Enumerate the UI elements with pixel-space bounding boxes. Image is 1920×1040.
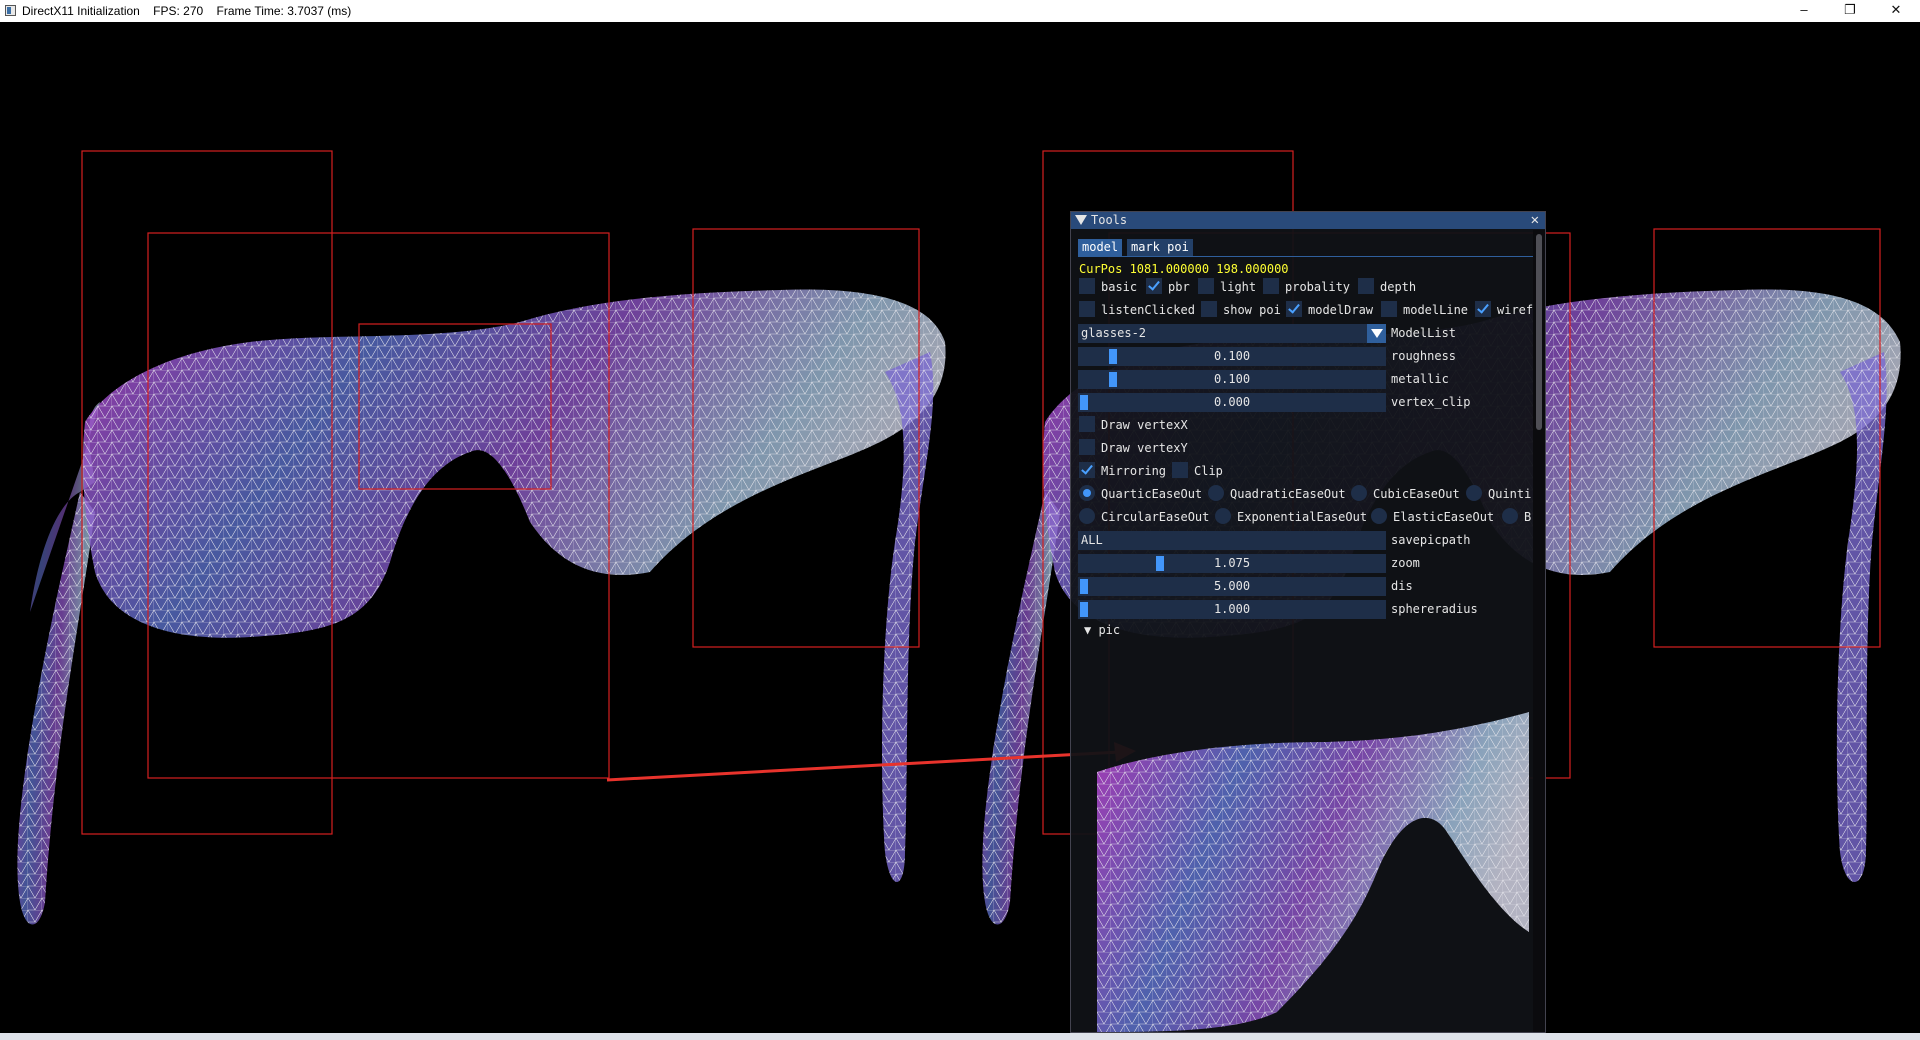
label-exponentialeaseout: ExponentialEaseOut [1237, 510, 1368, 524]
checkbox-modeldraw[interactable] [1286, 301, 1302, 317]
slider-vertex-clip[interactable]: 0.000 [1078, 393, 1386, 412]
pic-preview-image [1097, 712, 1529, 1032]
label-vertex-clip: vertex_clip [1391, 395, 1471, 409]
tab-mark-poi[interactable]: mark poi [1127, 239, 1193, 256]
tab-model[interactable]: model [1078, 239, 1123, 256]
checkbox-light[interactable] [1198, 278, 1214, 294]
chevron-down-icon[interactable] [1367, 324, 1386, 343]
label-basic: basic [1101, 280, 1138, 294]
label-metallic: metallic [1391, 372, 1449, 386]
radio-quadraticeaseout[interactable] [1208, 485, 1224, 501]
slider-dis[interactable]: 5.000 [1078, 577, 1386, 596]
radio-quinti[interactable] [1466, 485, 1482, 501]
label-cubiceaseout: CubicEaseOut [1373, 487, 1460, 501]
checkbox-draw-vertexx[interactable] [1079, 416, 1095, 432]
tree-node-pic[interactable]: ▼ pic [1084, 623, 1120, 637]
slider-sphereradius[interactable]: 1.000 [1078, 600, 1386, 619]
savepicpath-input[interactable]: ALL [1078, 531, 1386, 550]
label-roughness: roughness [1391, 349, 1457, 363]
radio-exponentialeaseout[interactable] [1215, 508, 1231, 524]
collapse-arrow-icon[interactable] [1075, 215, 1087, 225]
label-modelline: modelLine [1403, 303, 1469, 317]
label-listenclicked: listenClicked [1101, 303, 1195, 317]
slider-roughness-value: 0.100 [1213, 349, 1251, 363]
label-quadraticeaseout: QuadraticEaseOut [1230, 487, 1346, 501]
label-modeldraw: modelDraw [1308, 303, 1374, 317]
checkbox-draw-vertexy[interactable] [1079, 439, 1095, 455]
label-dis: dis [1391, 579, 1413, 593]
annotation-arrow [606, 742, 1136, 782]
checkbox-clip[interactable] [1172, 462, 1188, 478]
window-title: DirectX11 Initialization FPS: 270 Frame … [22, 4, 352, 18]
checkbox-wireframe[interactable] [1475, 301, 1491, 317]
label-quinti: Quinti [1488, 487, 1532, 501]
radio-circulareaseout[interactable] [1079, 508, 1095, 524]
slider-vertex-clip-value: 0.000 [1213, 395, 1251, 409]
app-icon [5, 5, 16, 16]
checkbox-mirroring[interactable] [1079, 462, 1095, 478]
tools-scrollbar[interactable] [1533, 230, 1545, 1032]
label-modellist: ModelList [1391, 326, 1457, 340]
radio-b[interactable] [1502, 508, 1518, 524]
close-button[interactable]: ✕ [1873, 0, 1919, 22]
maximize-button[interactable]: ❐ [1827, 0, 1873, 22]
savepicpath-value: ALL [1081, 533, 1103, 547]
cursor-position-text: CurPos 1081.000000 198.000000 [1079, 262, 1289, 276]
glasses-model-left [17, 289, 946, 925]
checkbox-probality[interactable] [1263, 278, 1279, 294]
title-bar[interactable]: DirectX11 Initialization FPS: 270 Frame … [0, 0, 1920, 23]
slider-sphereradius-value: 1.000 [1213, 602, 1251, 616]
radio-elasticeaseout[interactable] [1371, 508, 1387, 524]
slider-metallic-value: 0.100 [1213, 372, 1251, 386]
label-draw-vertexy: Draw vertexY [1101, 441, 1188, 455]
modellist-combo[interactable]: glasses-2 [1078, 324, 1386, 343]
checkbox-listenclicked[interactable] [1079, 301, 1095, 317]
slider-metallic[interactable]: 0.100 [1078, 370, 1386, 389]
checkbox-pbr[interactable] [1146, 278, 1162, 294]
tab-underline [1078, 256, 1536, 257]
slider-dis-value: 5.000 [1213, 579, 1251, 593]
slider-roughness[interactable]: 0.100 [1078, 347, 1386, 366]
taskbar-strip [0, 1033, 1920, 1040]
checkbox-show-poi[interactable] [1201, 301, 1217, 317]
label-pbr: pbr [1168, 280, 1190, 294]
scene-canvas [17, 150, 1901, 925]
scrollbar-thumb[interactable] [1536, 234, 1542, 430]
tools-panel[interactable]: Tools ✕ model mark poi CurPos 1081.00000… [1070, 211, 1546, 1033]
label-draw-vertexx: Draw vertexX [1101, 418, 1188, 432]
label-zoom: zoom [1391, 556, 1420, 570]
minimize-button[interactable]: – [1781, 0, 1827, 22]
label-wireframe: wiref [1497, 303, 1534, 317]
label-show-poi: show poi [1223, 303, 1281, 317]
tools-close-icon[interactable]: ✕ [1531, 212, 1539, 228]
label-b: B [1524, 510, 1532, 524]
label-savepicpath: savepicpath [1391, 533, 1471, 547]
slider-zoom-value: 1.075 [1213, 556, 1251, 570]
tools-title-bar[interactable]: Tools ✕ [1071, 212, 1545, 229]
radio-quarticeaseout[interactable] [1079, 485, 1095, 501]
label-depth: depth [1380, 280, 1417, 294]
radio-cubiceaseout[interactable] [1351, 485, 1367, 501]
checkbox-basic[interactable] [1079, 278, 1095, 294]
checkbox-depth[interactable] [1358, 278, 1374, 294]
label-clip: Clip [1194, 464, 1223, 478]
render-viewport[interactable] [0, 22, 1920, 1033]
label-sphereradius: sphereradius [1391, 602, 1478, 616]
label-elasticeaseout: ElasticEaseOut [1393, 510, 1495, 524]
checkbox-modelline[interactable] [1381, 301, 1397, 317]
tools-title: Tools [1091, 213, 1128, 227]
label-light: light [1220, 280, 1257, 294]
label-circulareaseout: CircularEaseOut [1101, 510, 1210, 524]
label-quarticeaseout: QuarticEaseOut [1101, 487, 1203, 501]
slider-zoom[interactable]: 1.075 [1078, 554, 1386, 573]
label-probality: probality [1285, 280, 1351, 294]
label-mirroring: Mirroring [1101, 464, 1167, 478]
modellist-value: glasses-2 [1081, 326, 1147, 340]
